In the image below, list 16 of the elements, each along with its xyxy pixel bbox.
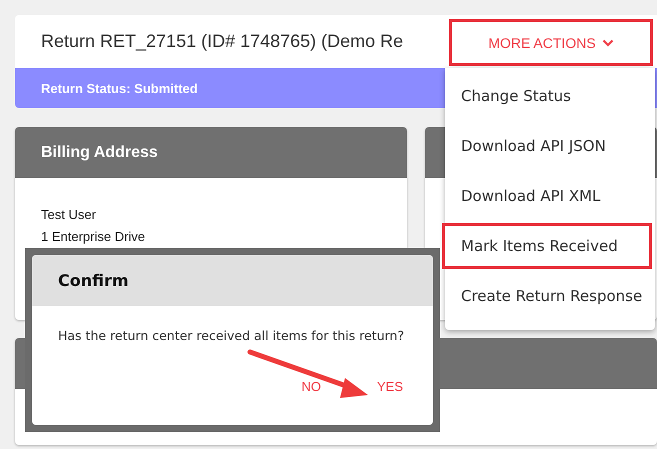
- dialog-button[interactable]: YES: [372, 377, 407, 396]
- card-title: Billing Address: [41, 144, 158, 162]
- address-line: 1 Enterprise Drive: [41, 228, 146, 246]
- menu-item[interactable]: Create Return Response: [445, 276, 649, 316]
- menu-item[interactable]: Download API JSON: [445, 126, 649, 166]
- caret-icon: [602, 38, 614, 46]
- menu-item[interactable]: Mark Items Received: [445, 226, 649, 266]
- more-actions-button[interactable]: MORE ACTIONS: [452, 22, 650, 63]
- dialog-message: Has the return center received all items for this return?: [57, 327, 406, 343]
- menu-item[interactable]: Change Status: [445, 76, 649, 116]
- address-line: Test User: [41, 206, 97, 224]
- menu-item[interactable]: Download API XML: [445, 176, 649, 216]
- dialog-title: Confirm: [58, 271, 129, 290]
- page-title: Return RET_27151 (ID# 1748765) (Demo Re: [41, 31, 404, 52]
- dialog-button[interactable]: NO: [297, 377, 325, 396]
- status-text: Return Status: Submitted: [41, 80, 198, 96]
